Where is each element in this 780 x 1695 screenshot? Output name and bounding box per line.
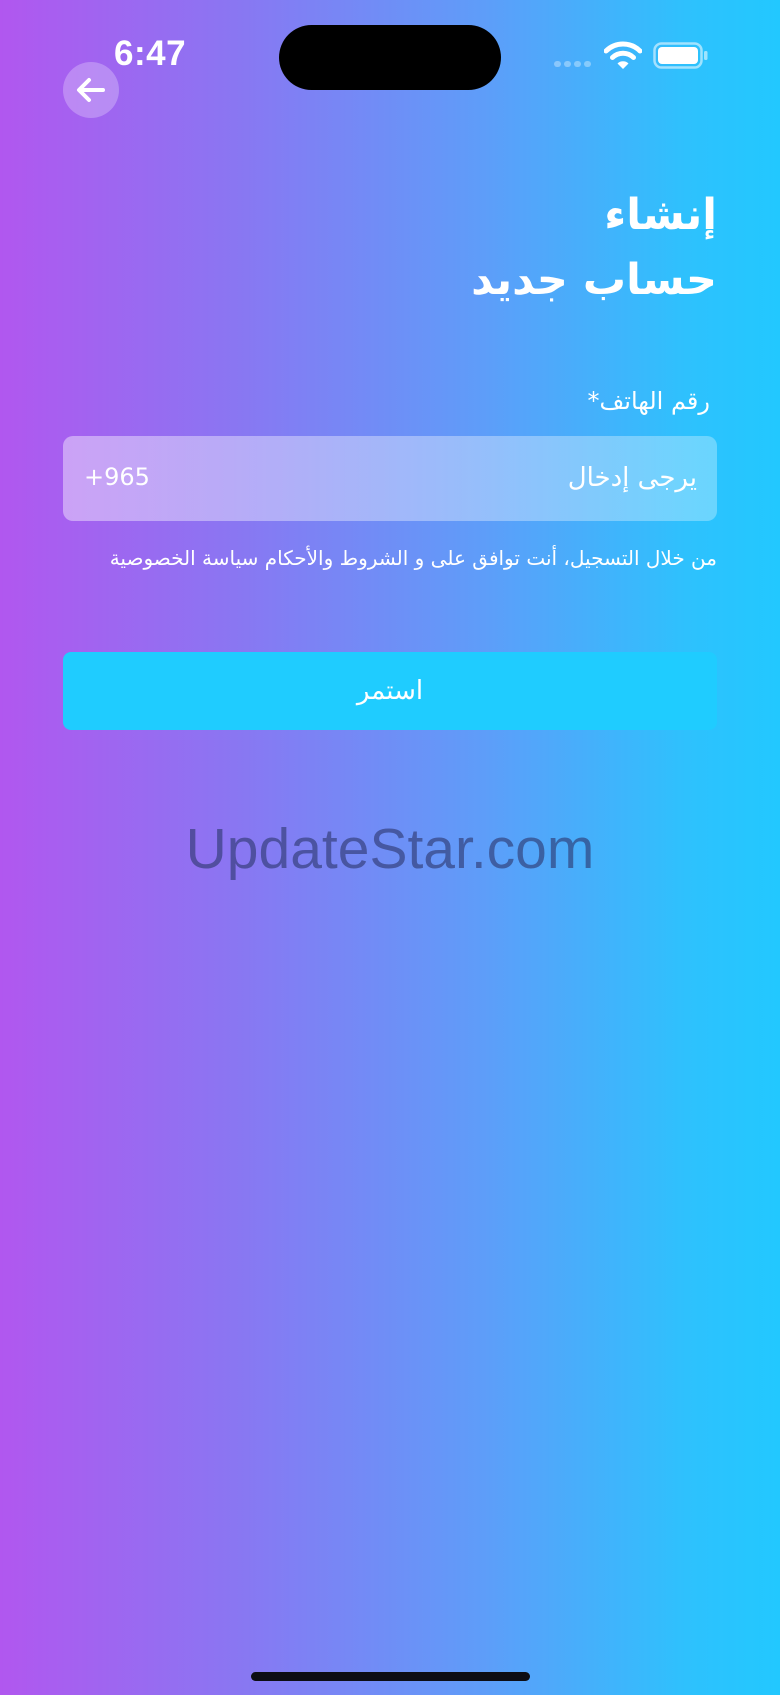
- phone-label: رقم الهاتف*: [587, 387, 710, 415]
- cellular-signal-icon: [554, 59, 592, 69]
- arrow-left-icon: [77, 78, 105, 102]
- watermark: UpdateStar.com: [185, 817, 595, 881]
- phone-field[interactable]: +965: [63, 436, 717, 521]
- battery-icon: [653, 42, 708, 69]
- page-title-line1: إنشاء: [604, 190, 717, 240]
- home-indicator[interactable]: [251, 1672, 530, 1681]
- terms-text[interactable]: من خلال التسجيل، أنت توافق على و الشروط …: [110, 546, 717, 570]
- back-button[interactable]: [63, 62, 119, 118]
- page-title-line2: حساب جديد: [471, 255, 717, 305]
- wifi-icon: [604, 41, 642, 69]
- continue-button[interactable]: استمر: [63, 652, 717, 730]
- status-time: 6:47: [114, 34, 187, 73]
- dynamic-island: [279, 25, 501, 90]
- phone-input[interactable]: [277, 454, 697, 502]
- country-code[interactable]: +965: [84, 463, 150, 491]
